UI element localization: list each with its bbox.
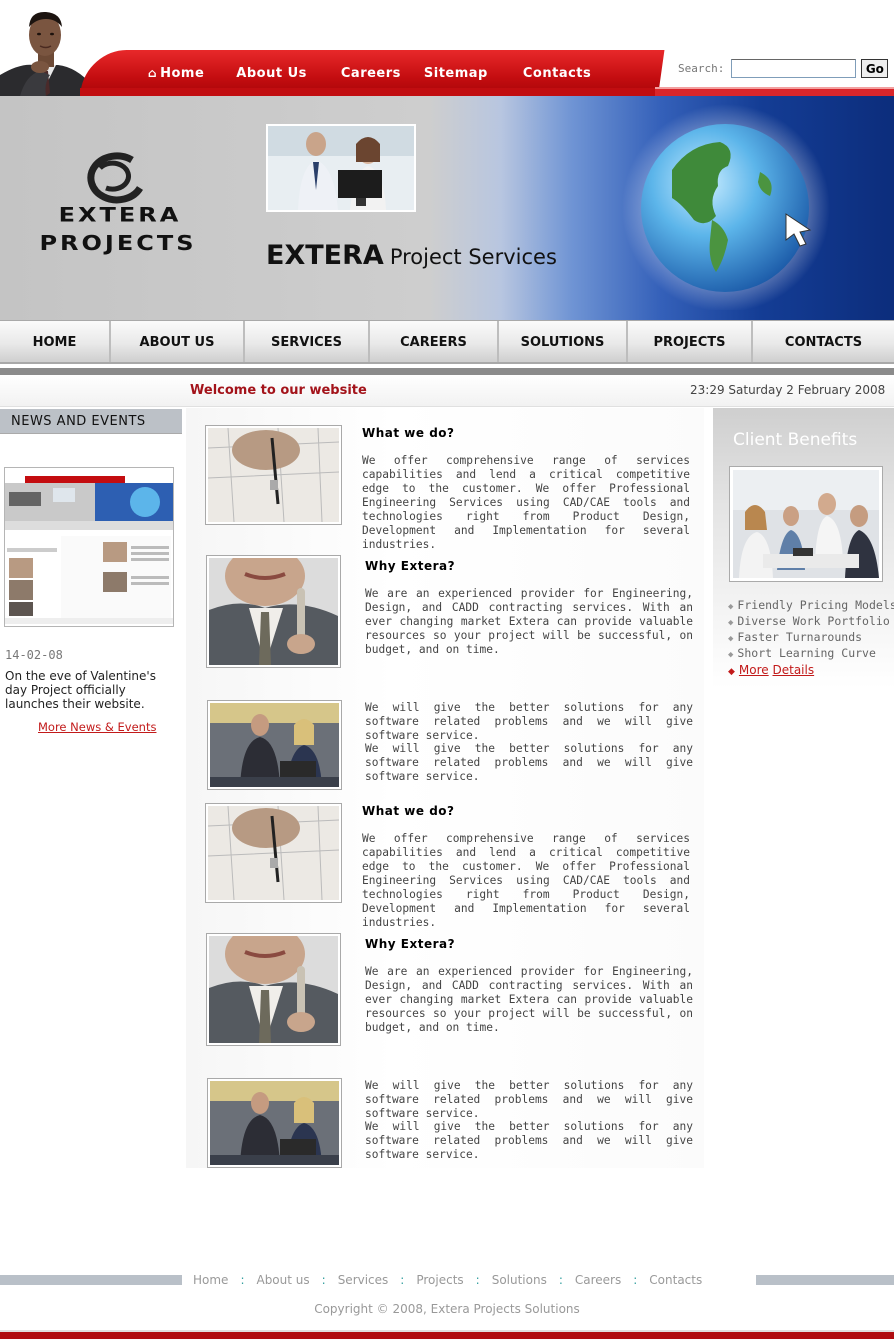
block-1-title: What we do? bbox=[362, 426, 455, 440]
top-nav: ⌂ Home About Us Careers Sitemap Contacts bbox=[148, 66, 591, 86]
details-link[interactable]: Details bbox=[773, 663, 815, 677]
welcome-bar: Welcome to our website 23:29 Saturday 2 … bbox=[0, 375, 894, 407]
sketch-photo bbox=[205, 803, 342, 903]
list-item: ◆ Friendly Pricing Models bbox=[728, 598, 894, 612]
date-time: 23:29 Saturday 2 February 2008 bbox=[690, 383, 886, 397]
main-nav: HOME ABOUT US SERVICES CAREERS SOLUTIONS… bbox=[0, 320, 894, 364]
welcome-text: Welcome to our website bbox=[190, 383, 367, 398]
top-nav-home[interactable]: ⌂ Home bbox=[148, 66, 204, 86]
meeting-photo bbox=[729, 466, 883, 582]
news-heading: NEWS AND EVENTS bbox=[0, 409, 182, 434]
businessman-pen-photo bbox=[206, 933, 341, 1046]
footer-link-services[interactable]: Services bbox=[338, 1273, 389, 1287]
block-5-title: Why Extera? bbox=[365, 937, 456, 951]
bullet-icon: ◆ bbox=[728, 634, 734, 644]
list-item: ◆ Diverse Work Portfolio bbox=[728, 614, 890, 628]
news-thumbnail[interactable] bbox=[4, 467, 174, 627]
block-2-title: Why Extera? bbox=[365, 559, 456, 573]
block-6-text: We will give the better solutions for an… bbox=[365, 1079, 693, 1120]
search-label: Search: bbox=[678, 62, 725, 75]
more-link[interactable]: More bbox=[739, 663, 769, 677]
block-2-text: We are an experienced provider for Engin… bbox=[365, 587, 693, 656]
top-nav-sitemap[interactable]: Sitemap bbox=[424, 66, 488, 86]
list-item: ◆ Short Learning Curve bbox=[728, 646, 876, 660]
block-6-text-2: We will give the better solutions for an… bbox=[365, 1120, 693, 1161]
office-team-photo bbox=[266, 124, 416, 212]
top-bar: ⌂ Home About Us Careers Sitemap Contacts … bbox=[0, 0, 894, 96]
news-date: 14-02-08 bbox=[5, 648, 63, 662]
block-1-text: We offer comprehensive range of services… bbox=[362, 454, 690, 551]
businessman-photo bbox=[0, 5, 92, 96]
client-benefits-title: Client Benefits bbox=[733, 430, 858, 450]
footer-link-about-us[interactable]: About us bbox=[256, 1273, 309, 1287]
list-item: ◆ Faster Turnarounds bbox=[728, 630, 863, 644]
home-icon: ⌂ bbox=[148, 66, 158, 80]
bullet-icon: ◆ bbox=[728, 602, 734, 612]
bullet-icon: ◆ bbox=[728, 667, 735, 677]
svg-text:EXTERA: EXTERA bbox=[59, 205, 182, 227]
top-nav-careers[interactable]: Careers bbox=[341, 66, 401, 86]
sketch-photo bbox=[205, 425, 342, 525]
footer-link-projects[interactable]: Projects bbox=[416, 1273, 463, 1287]
top-nav-about-us[interactable]: About Us bbox=[236, 66, 307, 86]
top-nav-contacts[interactable]: Contacts bbox=[523, 66, 591, 86]
block-4-text: We offer comprehensive range of services… bbox=[362, 832, 690, 929]
footer-link-home[interactable]: Home bbox=[193, 1273, 228, 1287]
bullet-icon: ◆ bbox=[728, 650, 734, 660]
block-4-title: What we do? bbox=[362, 804, 455, 818]
block-3-text: We will give the better solutions for an… bbox=[365, 701, 693, 742]
extera-projects-logo: EXTERA PROJECTS bbox=[14, 148, 226, 258]
main-nav-careers[interactable]: CAREERS bbox=[370, 321, 499, 362]
bottom-bar bbox=[0, 1330, 894, 1339]
news-text: On the eve of Valentine's day Project of… bbox=[5, 669, 156, 711]
main-nav-contacts[interactable]: CONTACTS bbox=[753, 321, 894, 362]
main-nav-about-us[interactable]: ABOUT US bbox=[111, 321, 245, 362]
businessman-pen-photo bbox=[206, 555, 341, 668]
main-nav-projects[interactable]: PROJECTS bbox=[628, 321, 753, 362]
business-people-photo bbox=[207, 1078, 342, 1168]
globe-icon bbox=[620, 100, 830, 312]
bullet-icon: ◆ bbox=[728, 618, 734, 628]
search-go-button[interactable]: Go bbox=[861, 59, 889, 78]
banner-title: EXTERA Project Services bbox=[266, 240, 557, 271]
copyright-text: Copyright © 2008, Extera Projects Soluti… bbox=[314, 1302, 580, 1316]
block-3-text-2: We will give the better solutions for an… bbox=[365, 742, 693, 783]
more-details-row: ◆ More Details bbox=[728, 662, 894, 680]
main-nav-services[interactable]: SERVICES bbox=[245, 321, 370, 362]
hero-banner: EXTERA PROJECTS EXTERA Project Services bbox=[0, 96, 894, 320]
footer-link-contacts[interactable]: Contacts bbox=[649, 1273, 702, 1287]
search-box: Search: Go bbox=[678, 59, 889, 78]
footer-nav: Home : About us : Services : Projects : … bbox=[193, 1273, 703, 1287]
main-nav-solutions[interactable]: SOLUTIONS bbox=[499, 321, 628, 362]
block-5-text: We are an experienced provider for Engin… bbox=[365, 965, 693, 1034]
more-news-link[interactable]: More News & Events bbox=[38, 720, 156, 734]
footer-link-careers[interactable]: Careers bbox=[575, 1273, 621, 1287]
client-benefits-list: ◆ Friendly Pricing Models ◆ Diverse Work P… bbox=[728, 598, 894, 680]
svg-text:PROJECTS: PROJECTS bbox=[39, 232, 196, 256]
search-input[interactable] bbox=[731, 59, 857, 78]
business-people-photo bbox=[207, 700, 342, 790]
footer-link-solutions[interactable]: Solutions bbox=[492, 1273, 547, 1287]
main-nav-home[interactable]: HOME bbox=[0, 321, 111, 362]
